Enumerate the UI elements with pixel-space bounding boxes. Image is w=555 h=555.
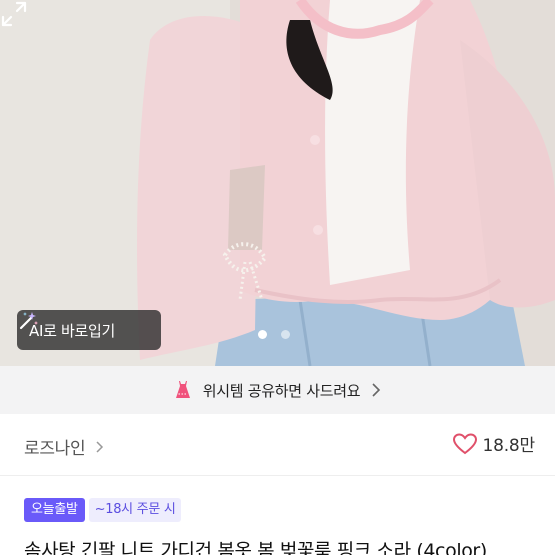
carousel-indicator bbox=[258, 330, 290, 339]
shop-link[interactable]: 로즈나인 bbox=[24, 434, 104, 459]
shop-row: 로즈나인 18.8만 bbox=[0, 414, 555, 476]
dress-icon bbox=[175, 381, 190, 398]
carousel-dot-active[interactable] bbox=[258, 330, 267, 339]
like-count: 18.8만 bbox=[482, 436, 536, 456]
product-image[interactable]: AI로 바로입기 bbox=[0, 0, 555, 366]
today-shipping-badge: 오늘출발 bbox=[24, 498, 85, 522]
shipping-badges: 오늘출발 ~18시 주문 시 bbox=[24, 498, 182, 522]
chevron-right-icon bbox=[372, 383, 381, 397]
like-button[interactable]: 18.8만 bbox=[452, 431, 536, 456]
product-title: 솜사탕 긴팔 니트 가디건 봄옷 봄 벚꽃룩 핑크 소라 (4color) bbox=[24, 540, 487, 555]
magic-wand-icon bbox=[19, 312, 38, 330]
wishlist-share-text: 위시템 공유하면 사드려요 bbox=[202, 381, 361, 400]
carousel-dot[interactable] bbox=[281, 330, 290, 339]
expand-icon[interactable] bbox=[0, 0, 28, 28]
chevron-right-icon bbox=[96, 440, 104, 453]
shop-name: 로즈나인 bbox=[24, 439, 86, 459]
ai-try-on-button[interactable]: AI로 바로입기 bbox=[17, 310, 161, 350]
order-cutoff-badge: ~18시 주문 시 bbox=[88, 498, 182, 522]
ai-try-on-label: AI로 바로입기 bbox=[29, 321, 116, 340]
heart-icon bbox=[452, 432, 477, 454]
wishlist-share-banner[interactable]: 위시템 공유하면 사드려요 bbox=[0, 366, 555, 414]
